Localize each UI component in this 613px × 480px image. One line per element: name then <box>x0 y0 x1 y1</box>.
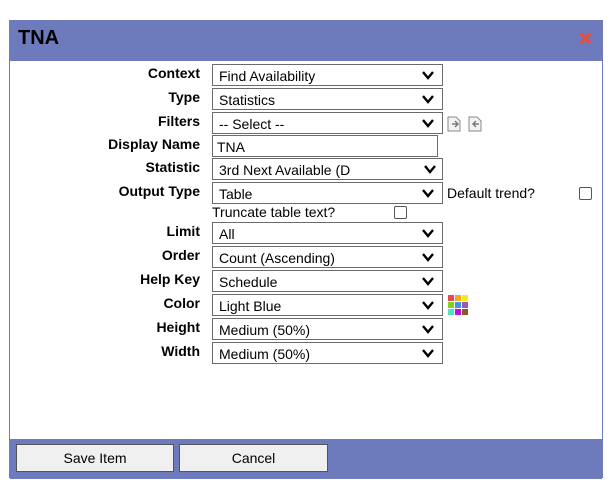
width-value: Medium (50%) <box>219 346 311 362</box>
color-select[interactable]: Light Blue <box>212 294 443 316</box>
remove-filter-icon[interactable] <box>468 116 482 132</box>
default-trend-label: Default trend? <box>447 185 535 201</box>
chevron-down-icon <box>422 189 434 198</box>
color-value: Light Blue <box>219 298 282 314</box>
output-type-label: Output Type <box>118 183 200 199</box>
context-label: Context <box>147 65 200 81</box>
statistic-select[interactable]: 3rd Next Available (D <box>212 158 443 180</box>
filters-value: -- Select -- <box>219 116 285 132</box>
display-name-label: Display Name <box>108 136 200 152</box>
chevron-down-icon <box>422 95 434 104</box>
chevron-down-icon <box>422 325 434 334</box>
chevron-down-icon <box>422 71 434 80</box>
chevron-down-icon <box>422 277 434 286</box>
default-trend-checkbox[interactable] <box>579 187 592 200</box>
dialog-title: TNA <box>18 27 60 49</box>
display-name-input[interactable]: TNA <box>212 135 438 157</box>
type-select[interactable]: Statistics <box>212 88 443 110</box>
output-type-value: Table <box>219 186 253 202</box>
chevron-down-icon <box>422 349 434 358</box>
height-select[interactable]: Medium (50%) <box>212 318 443 340</box>
chevron-down-icon <box>422 119 434 128</box>
truncate-label: Truncate table text? <box>212 204 336 220</box>
chevron-down-icon <box>422 229 434 238</box>
filters-label: Filters <box>157 113 200 129</box>
cancel-button[interactable]: Cancel <box>179 444 328 472</box>
width-select[interactable]: Medium (50%) <box>212 342 443 364</box>
filters-select[interactable]: -- Select -- <box>212 112 443 134</box>
help-key-select[interactable]: Schedule <box>212 270 443 292</box>
item-form: Context Find Availability Type Statistic… <box>10 61 602 439</box>
height-label: Height <box>156 319 200 335</box>
limit-select[interactable]: All <box>212 222 443 244</box>
context-select[interactable]: Find Availability <box>212 64 443 86</box>
close-icon[interactable] <box>578 31 592 45</box>
help-key-label: Help Key <box>140 271 200 287</box>
truncate-checkbox[interactable] <box>394 206 407 219</box>
width-label: Width <box>161 343 200 359</box>
help-key-value: Schedule <box>219 274 278 290</box>
order-label: Order <box>161 247 200 263</box>
output-type-select[interactable]: Table <box>212 182 443 204</box>
statistic-value: 3rd Next Available (D <box>219 162 351 178</box>
chevron-down-icon <box>424 165 436 174</box>
order-select[interactable]: Count (Ascending) <box>212 246 443 268</box>
type-value: Statistics <box>219 92 276 108</box>
dialog-footer: Save Item Cancel <box>10 439 602 479</box>
tna-dialog: TNA Context Find Availability Type Stati… <box>9 20 603 479</box>
statistic-label: Statistic <box>145 159 200 175</box>
color-label: Color <box>163 295 200 311</box>
add-filter-icon[interactable] <box>447 116 461 132</box>
chevron-down-icon <box>422 253 434 262</box>
height-value: Medium (50%) <box>219 322 311 338</box>
limit-value: All <box>219 226 235 242</box>
context-value: Find Availability <box>219 68 316 84</box>
order-value: Count (Ascending) <box>219 250 335 266</box>
save-item-button[interactable]: Save Item <box>16 444 174 472</box>
dialog-titlebar: TNA <box>10 21 602 61</box>
color-palette-icon[interactable] <box>447 294 469 316</box>
chevron-down-icon <box>422 301 434 310</box>
type-label: Type <box>168 89 200 105</box>
limit-label: Limit <box>166 223 200 239</box>
